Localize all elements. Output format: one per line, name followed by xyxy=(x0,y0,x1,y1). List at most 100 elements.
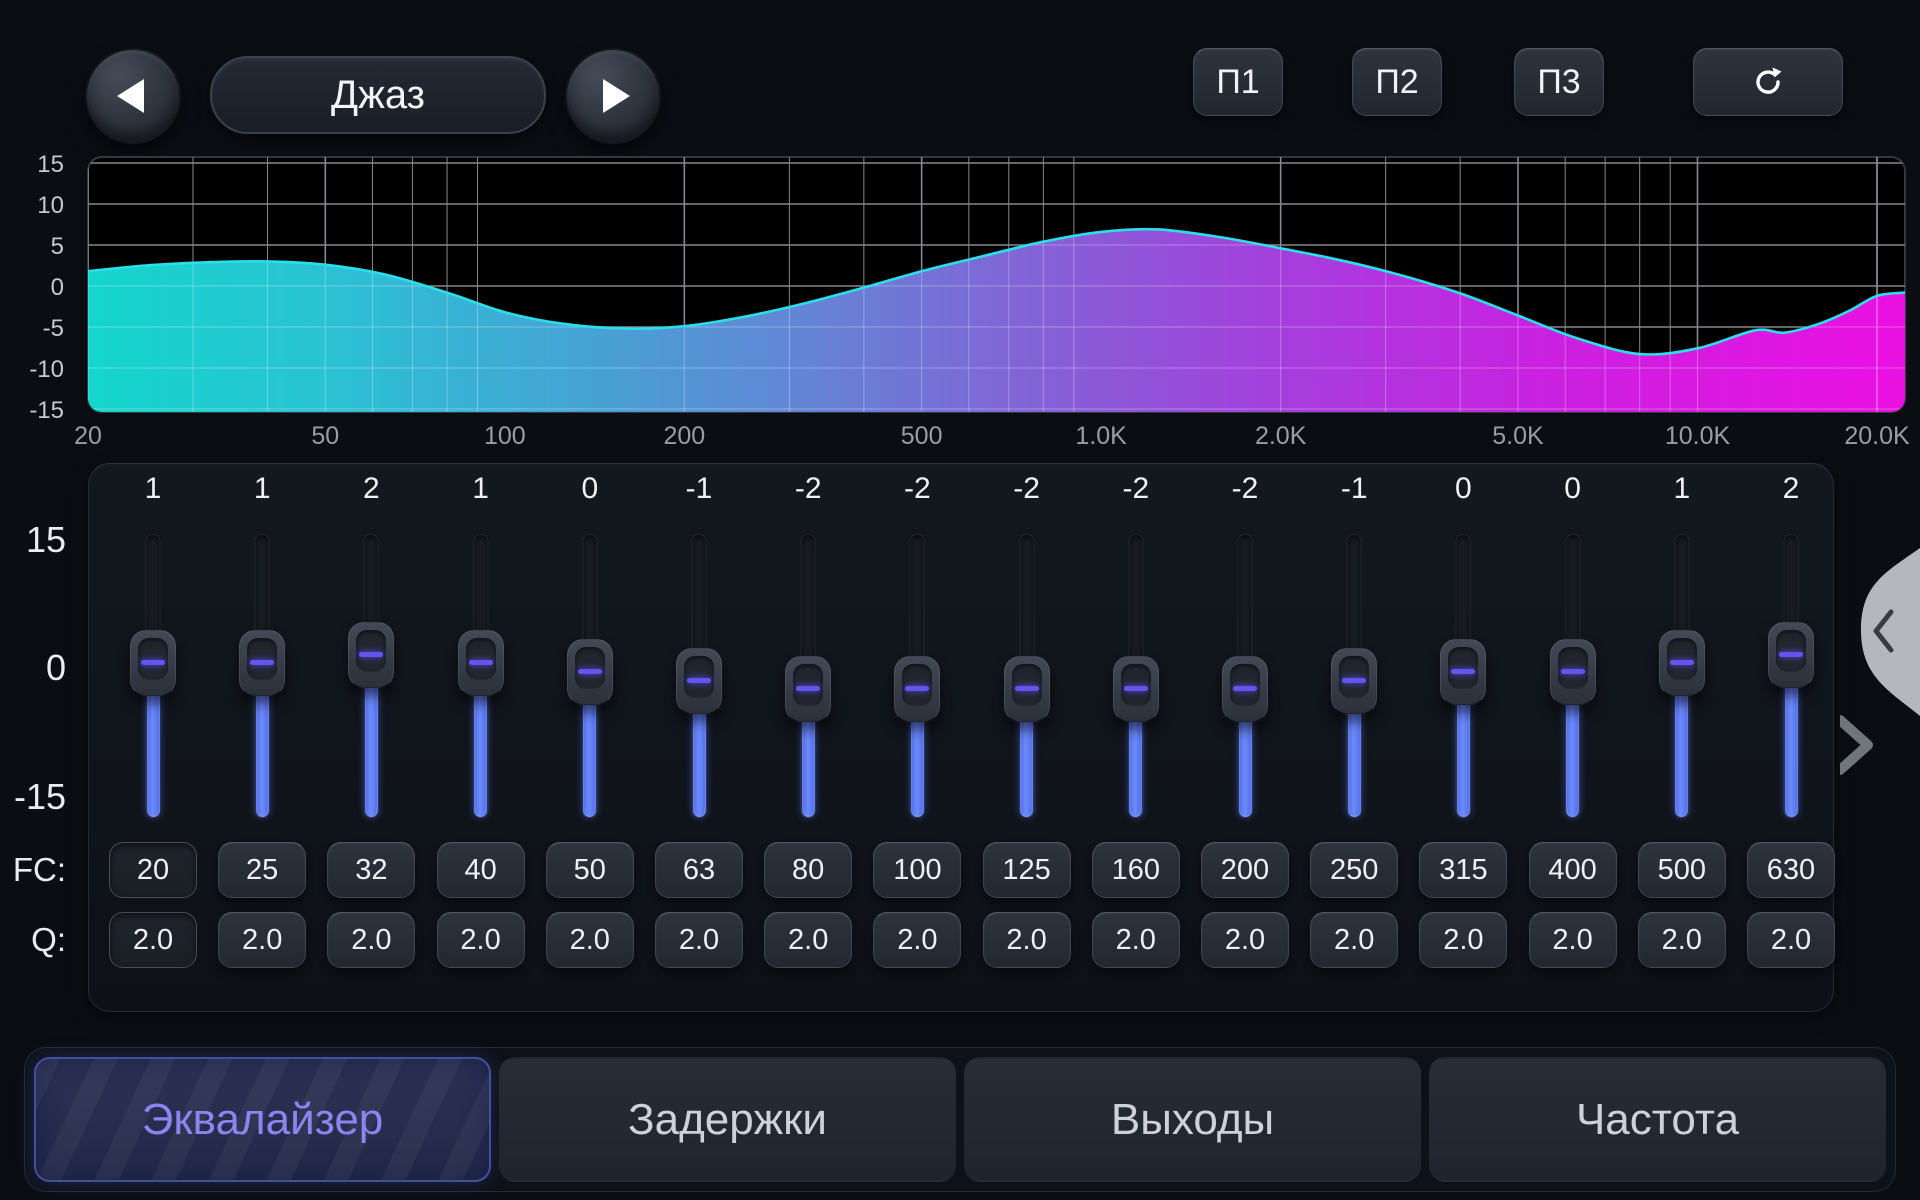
fc-value-button[interactable]: 315 xyxy=(1419,842,1507,898)
slider-thumb-face xyxy=(1776,630,1806,672)
slider-thumb[interactable] xyxy=(1004,656,1050,722)
q-value-button[interactable]: 2.0 xyxy=(109,912,197,968)
chevron-right-icon[interactable] xyxy=(1840,720,1868,770)
band-gain-value: 0 xyxy=(1413,472,1513,506)
fc-value-button[interactable]: 100 xyxy=(873,842,961,898)
q-value-button[interactable]: 2.0 xyxy=(983,912,1071,968)
memory-preset-1-button[interactable]: П1 xyxy=(1193,48,1283,116)
freq-axis-label: 200 xyxy=(663,422,705,450)
eq-band: 1 40 2.0 xyxy=(431,464,531,1011)
side-panel-handle[interactable] xyxy=(1861,548,1920,716)
memory-preset-3-button[interactable]: П3 xyxy=(1514,48,1604,116)
q-value-button[interactable]: 2.0 xyxy=(218,912,306,968)
tab-эквалайзер[interactable]: Эквалайзер xyxy=(34,1057,491,1182)
slider-thumb[interactable] xyxy=(239,630,285,696)
slider-thumb-face xyxy=(1230,664,1260,706)
q-value-button[interactable]: 2.0 xyxy=(873,912,961,968)
fc-value-button[interactable]: 250 xyxy=(1310,842,1398,898)
slider-thumb-face xyxy=(1667,638,1697,680)
slider-thumb[interactable] xyxy=(1768,622,1814,688)
q-value-button[interactable]: 2.0 xyxy=(1419,912,1507,968)
fc-value-button[interactable]: 63 xyxy=(655,842,743,898)
q-value-button[interactable]: 2.0 xyxy=(1092,912,1180,968)
slider-thumb-dash-icon xyxy=(1561,669,1585,674)
slider-thumb[interactable] xyxy=(1550,639,1596,705)
slider-thumb-face xyxy=(138,638,168,680)
slider-thumb[interactable] xyxy=(1331,648,1377,714)
slider-thumb[interactable] xyxy=(567,639,613,705)
db-axis-label: -5 xyxy=(43,315,64,342)
preset-selector[interactable]: Джаз xyxy=(210,56,546,134)
q-value-button[interactable]: 2.0 xyxy=(1529,912,1617,968)
equalizer-screen: { "header": { "preset_name": "Джаз", "me… xyxy=(0,0,1920,1200)
fc-value-button[interactable]: 200 xyxy=(1201,842,1289,898)
tab-выходы[interactable]: Выходы xyxy=(964,1057,1421,1182)
eq-band: 0 315 2.0 xyxy=(1413,464,1513,1011)
fc-value-button[interactable]: 125 xyxy=(983,842,1071,898)
band-gain-value: 2 xyxy=(321,472,421,506)
slider-thumb-dash-icon xyxy=(796,686,820,691)
q-value-button[interactable]: 2.0 xyxy=(327,912,415,968)
band-gain-value: -2 xyxy=(867,472,967,506)
freq-axis-label: 10.0K xyxy=(1665,422,1731,450)
db-axis-label: -15 xyxy=(29,397,64,424)
band-gain-value: 1 xyxy=(103,472,203,506)
fc-value-button[interactable]: 500 xyxy=(1638,842,1726,898)
memory-preset-3-label: П3 xyxy=(1537,63,1580,102)
slider-thumb-face xyxy=(1121,664,1151,706)
db-axis-label: 5 xyxy=(51,233,64,260)
fc-value-button[interactable]: 400 xyxy=(1529,842,1617,898)
fc-value-button[interactable]: 50 xyxy=(546,842,634,898)
slider-thumb[interactable] xyxy=(130,630,176,696)
fc-value-button[interactable]: 80 xyxy=(764,842,852,898)
eq-band: 0 400 2.0 xyxy=(1523,464,1623,1011)
memory-preset-1-label: П1 xyxy=(1216,63,1259,102)
band-gain-value: -2 xyxy=(977,472,1077,506)
slider-thumb[interactable] xyxy=(1659,630,1705,696)
slider-thumb[interactable] xyxy=(348,622,394,688)
reset-button[interactable] xyxy=(1693,48,1843,116)
db-axis-label: 0 xyxy=(51,274,64,301)
q-value-button[interactable]: 2.0 xyxy=(1201,912,1289,968)
frequency-response-chart: 151050-5-10-1520501002005001.0K2.0K5.0K1… xyxy=(0,130,1920,460)
slider-thumb-face xyxy=(902,664,932,706)
slider-thumb[interactable] xyxy=(785,656,831,722)
fc-value-button[interactable]: 20 xyxy=(109,842,197,898)
band-gain-value: 0 xyxy=(1523,472,1623,506)
memory-preset-2-button[interactable]: П2 xyxy=(1352,48,1442,116)
tab-частота[interactable]: Частота xyxy=(1429,1057,1886,1182)
q-value-button[interactable]: 2.0 xyxy=(546,912,634,968)
q-row-label: Q: xyxy=(10,921,66,959)
slider-thumb[interactable] xyxy=(1113,656,1159,722)
fc-value-button[interactable]: 160 xyxy=(1092,842,1180,898)
slider-thumb[interactable] xyxy=(894,656,940,722)
q-value-button[interactable]: 2.0 xyxy=(1310,912,1398,968)
slider-thumb[interactable] xyxy=(1222,656,1268,722)
eq-band: -1 63 2.0 xyxy=(649,464,749,1011)
left-triangle-icon xyxy=(117,79,144,113)
memory-preset-2-label: П2 xyxy=(1375,63,1418,102)
slider-scale-min-label: -15 xyxy=(10,776,66,818)
band-gain-value: -1 xyxy=(649,472,749,506)
fc-value-button[interactable]: 630 xyxy=(1747,842,1835,898)
slider-thumb[interactable] xyxy=(1440,639,1486,705)
q-value-button[interactable]: 2.0 xyxy=(764,912,852,968)
db-axis-label: 15 xyxy=(37,151,64,178)
q-value-button[interactable]: 2.0 xyxy=(1747,912,1835,968)
band-gain-value: -2 xyxy=(758,472,858,506)
right-edge-controls xyxy=(1840,540,1920,780)
eq-band: 1 20 2.0 xyxy=(103,464,203,1011)
slider-thumb[interactable] xyxy=(676,648,722,714)
fc-value-button[interactable]: 32 xyxy=(327,842,415,898)
tab-задержки[interactable]: Задержки xyxy=(499,1057,956,1182)
slider-thumb-dash-icon xyxy=(250,660,274,665)
q-value-button[interactable]: 2.0 xyxy=(437,912,525,968)
slider-thumb-face xyxy=(793,664,823,706)
band-gain-value: 1 xyxy=(431,472,531,506)
slider-thumb[interactable] xyxy=(458,630,504,696)
slider-thumb-dash-icon xyxy=(687,678,711,683)
q-value-button[interactable]: 2.0 xyxy=(1638,912,1726,968)
q-value-button[interactable]: 2.0 xyxy=(655,912,743,968)
fc-value-button[interactable]: 40 xyxy=(437,842,525,898)
fc-value-button[interactable]: 25 xyxy=(218,842,306,898)
